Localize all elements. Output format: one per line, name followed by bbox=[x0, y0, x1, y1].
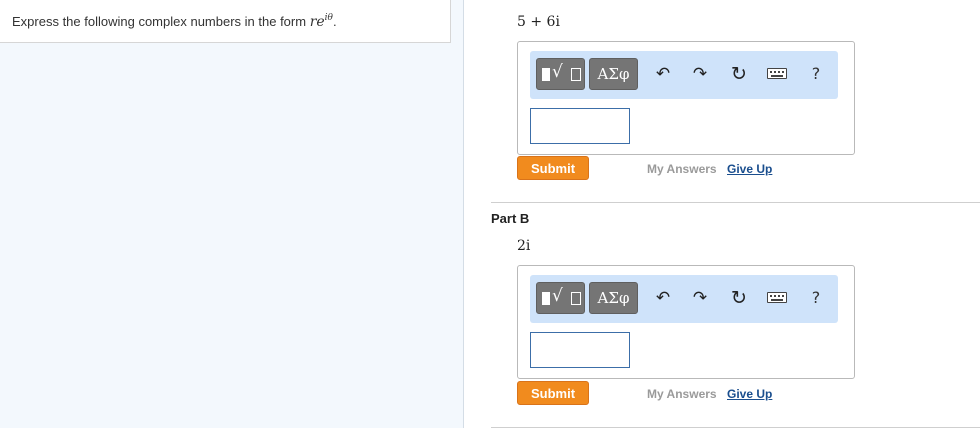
part-b-answer-box: √ ΑΣφ ↶ ↷ ↻ ? bbox=[517, 265, 855, 379]
templates-button[interactable]: √ bbox=[536, 282, 585, 314]
answer-input[interactable] bbox=[530, 332, 630, 368]
instruction-prefix: Express the following complex numbers in… bbox=[12, 14, 310, 29]
template-square-icon bbox=[571, 292, 581, 305]
part-a-answer-box: √ ΑΣφ ↶ ↷ ↻ ? bbox=[517, 41, 855, 155]
section-divider bbox=[491, 202, 980, 203]
polar-form: reiθ bbox=[309, 13, 333, 30]
instruction-text: Express the following complex numbers in… bbox=[0, 0, 451, 43]
redo-icon[interactable]: ↷ bbox=[690, 64, 710, 84]
part-b-expression: 2i bbox=[517, 238, 531, 254]
reset-icon[interactable]: ↻ bbox=[729, 288, 749, 308]
undo-icon[interactable]: ↶ bbox=[653, 288, 673, 308]
submit-button[interactable]: Submit bbox=[517, 156, 589, 180]
undo-icon[interactable]: ↶ bbox=[653, 64, 673, 84]
help-icon[interactable]: ? bbox=[806, 64, 826, 84]
part-b-title: Part B bbox=[491, 211, 530, 226]
help-icon[interactable]: ? bbox=[806, 288, 826, 308]
give-up-link[interactable]: Give Up bbox=[727, 162, 772, 176]
submit-button[interactable]: Submit bbox=[517, 381, 589, 405]
radical-icon: √ bbox=[552, 286, 563, 306]
radical-icon: √ bbox=[552, 62, 563, 82]
keyboard-icon[interactable] bbox=[767, 292, 787, 303]
template-block-icon bbox=[542, 68, 550, 81]
symbols-button[interactable]: ΑΣφ bbox=[589, 58, 638, 90]
template-square-icon bbox=[571, 68, 581, 81]
reset-icon[interactable]: ↻ bbox=[729, 64, 749, 84]
symbols-button[interactable]: ΑΣφ bbox=[589, 282, 638, 314]
answer-input[interactable] bbox=[530, 108, 630, 144]
my-answers-link[interactable]: My Answers bbox=[647, 162, 717, 176]
my-answers-link[interactable]: My Answers bbox=[647, 387, 717, 401]
keyboard-icon[interactable] bbox=[767, 68, 787, 79]
math-toolbar: √ ΑΣφ ↶ ↷ ↻ ? bbox=[530, 51, 838, 99]
give-up-link[interactable]: Give Up bbox=[727, 387, 772, 401]
template-block-icon bbox=[542, 292, 550, 305]
redo-icon[interactable]: ↷ bbox=[690, 288, 710, 308]
templates-button[interactable]: √ bbox=[536, 58, 585, 90]
left-pane: Express the following complex numbers in… bbox=[0, 0, 464, 428]
part-a-expression: 5 + 6i bbox=[517, 14, 560, 30]
math-toolbar: √ ΑΣφ ↶ ↷ ↻ ? bbox=[530, 275, 838, 323]
